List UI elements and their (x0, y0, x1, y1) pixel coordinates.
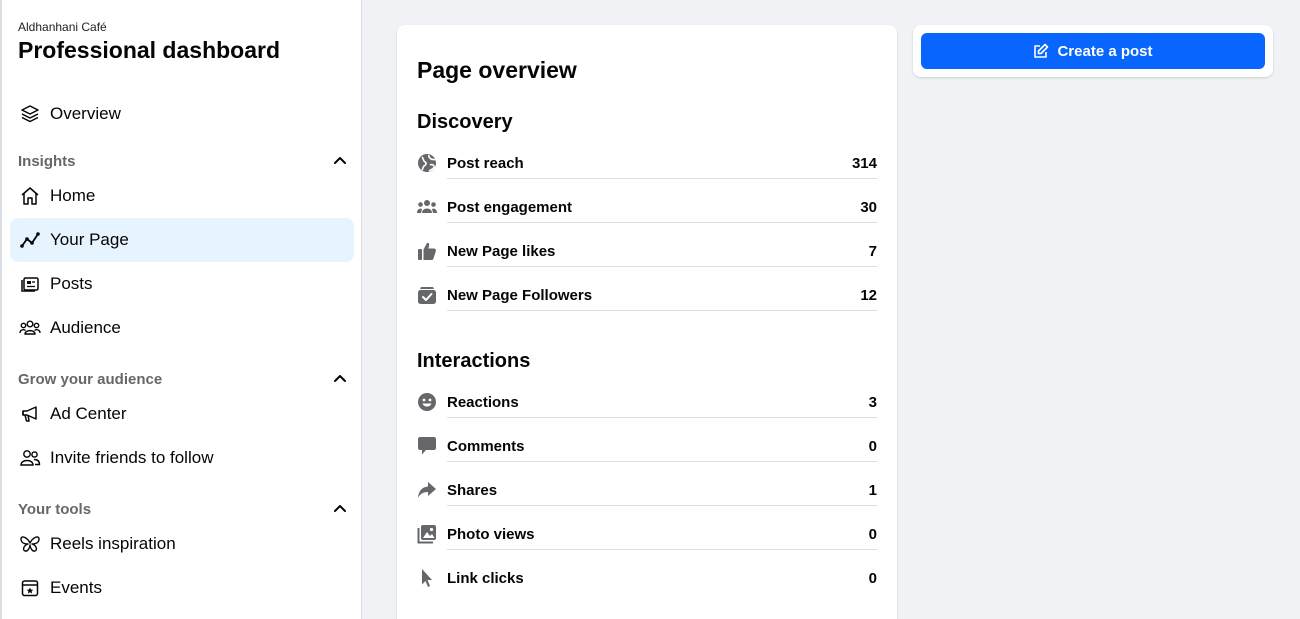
metric-divider (447, 505, 877, 506)
follow-check-icon (417, 285, 437, 305)
smiley-icon (417, 392, 437, 412)
comment-icon (417, 436, 437, 456)
metric-value: 12 (860, 286, 877, 304)
metric-value: 0 (868, 525, 877, 543)
calendar-star-icon (18, 576, 42, 600)
metric-value: 3 (868, 393, 877, 411)
megaphone-icon (18, 402, 42, 426)
metric-value: 30 (860, 198, 877, 216)
metric-divider (447, 266, 877, 267)
metric-divider (447, 310, 877, 311)
sidebar-item-reels-inspiration[interactable]: Reels inspiration (10, 522, 354, 566)
page-overview-card: Page overview Discovery Post reach 314 P… (397, 25, 897, 619)
metric-post-reach[interactable]: Post reach 314 (417, 151, 877, 179)
metric-new-page-followers[interactable]: New Page Followers 12 (417, 283, 877, 311)
chevron-up-icon (332, 501, 348, 517)
audience-icon (18, 316, 42, 340)
posts-icon (18, 272, 42, 296)
home-icon (18, 184, 42, 208)
metric-label: Link clicks (447, 569, 524, 587)
metric-divider (447, 549, 877, 550)
sidebar-item-home[interactable]: Home (10, 174, 354, 218)
metric-value: 1 (868, 481, 877, 499)
metric-reactions[interactable]: Reactions 3 (417, 390, 877, 418)
page-name: Aldhanhani Café (18, 20, 107, 34)
sidebar-item-audience[interactable]: Audience (10, 306, 354, 350)
metric-post-engagement[interactable]: Post engagement 30 (417, 195, 877, 223)
create-post-label: Create a post (1057, 42, 1153, 60)
create-post-button[interactable]: Create a post (921, 33, 1265, 69)
chevron-up-icon (332, 371, 348, 387)
sidebar-item-events[interactable]: Events (10, 566, 354, 610)
sidebar-item-invite-friends[interactable]: Invite friends to follow (10, 436, 354, 480)
globe-icon (417, 153, 437, 173)
sidebar-item-label: Events (50, 578, 102, 597)
sidebar-item-label: Audience (50, 318, 121, 337)
metric-label: Post reach (447, 154, 524, 172)
metric-link-clicks[interactable]: Link clicks 0 (417, 566, 877, 590)
butterfly-icon (18, 532, 42, 556)
share-arrow-icon (417, 480, 437, 500)
sidebar: Aldhanhani Café Professional dashboard O… (0, 0, 362, 619)
metric-value: 314 (851, 154, 877, 172)
invite-friends-icon (18, 446, 42, 470)
metric-shares[interactable]: Shares 1 (417, 478, 877, 506)
sidebar-item-posts[interactable]: Posts (10, 262, 354, 306)
section-label: Your tools (18, 500, 92, 518)
dashboard-title: Professional dashboard (18, 37, 281, 63)
sidebar-item-label: Your Page (50, 230, 129, 249)
section-toggle-your-tools[interactable]: Your tools (18, 497, 348, 521)
thumbs-up-icon (417, 241, 437, 261)
people-icon (417, 197, 437, 217)
metric-divider (447, 178, 877, 179)
create-post-card: Create a post (913, 25, 1273, 77)
trend-line-icon (18, 228, 42, 252)
section-label: Grow your audience (18, 370, 163, 388)
discovery-heading: Discovery (417, 111, 513, 133)
cursor-icon (417, 568, 437, 588)
section-toggle-grow-audience[interactable]: Grow your audience (18, 367, 348, 391)
sidebar-item-overview[interactable]: Overview (10, 92, 354, 136)
interactions-heading: Interactions (417, 350, 531, 372)
sidebar-item-ad-center[interactable]: Ad Center (10, 392, 354, 436)
section-label: Insights (18, 152, 76, 170)
metric-photo-views[interactable]: Photo views 0 (417, 522, 877, 550)
photo-icon (417, 524, 437, 544)
metric-divider (447, 461, 877, 462)
section-toggle-insights[interactable]: Insights (18, 149, 348, 173)
metric-new-page-likes[interactable]: New Page likes 7 (417, 239, 877, 267)
metric-label: New Page likes (447, 242, 556, 260)
metric-label: Shares (447, 481, 498, 499)
metric-label: Post engagement (447, 198, 573, 216)
edit-icon (1033, 43, 1049, 59)
chevron-up-icon (332, 153, 348, 169)
metric-divider (447, 417, 877, 418)
page-overview-title: Page overview (417, 57, 577, 83)
layers-icon (18, 102, 42, 126)
metric-comments[interactable]: Comments 0 (417, 434, 877, 462)
metric-value: 0 (868, 569, 877, 587)
metric-value: 7 (868, 242, 877, 260)
metric-label: New Page Followers (447, 286, 593, 304)
sidebar-item-label: Ad Center (50, 404, 127, 423)
sidebar-item-your-page[interactable]: Your Page (10, 218, 354, 262)
metric-label: Comments (447, 437, 525, 455)
metric-divider (447, 222, 877, 223)
sidebar-item-label: Invite friends to follow (50, 448, 214, 467)
metric-value: 0 (868, 437, 877, 455)
sidebar-item-label: Posts (50, 274, 93, 293)
metric-label: Photo views (447, 525, 535, 543)
sidebar-item-label: Reels inspiration (50, 534, 176, 553)
metric-label: Reactions (447, 393, 519, 411)
sidebar-item-label: Overview (50, 104, 121, 123)
sidebar-item-label: Home (50, 186, 96, 205)
